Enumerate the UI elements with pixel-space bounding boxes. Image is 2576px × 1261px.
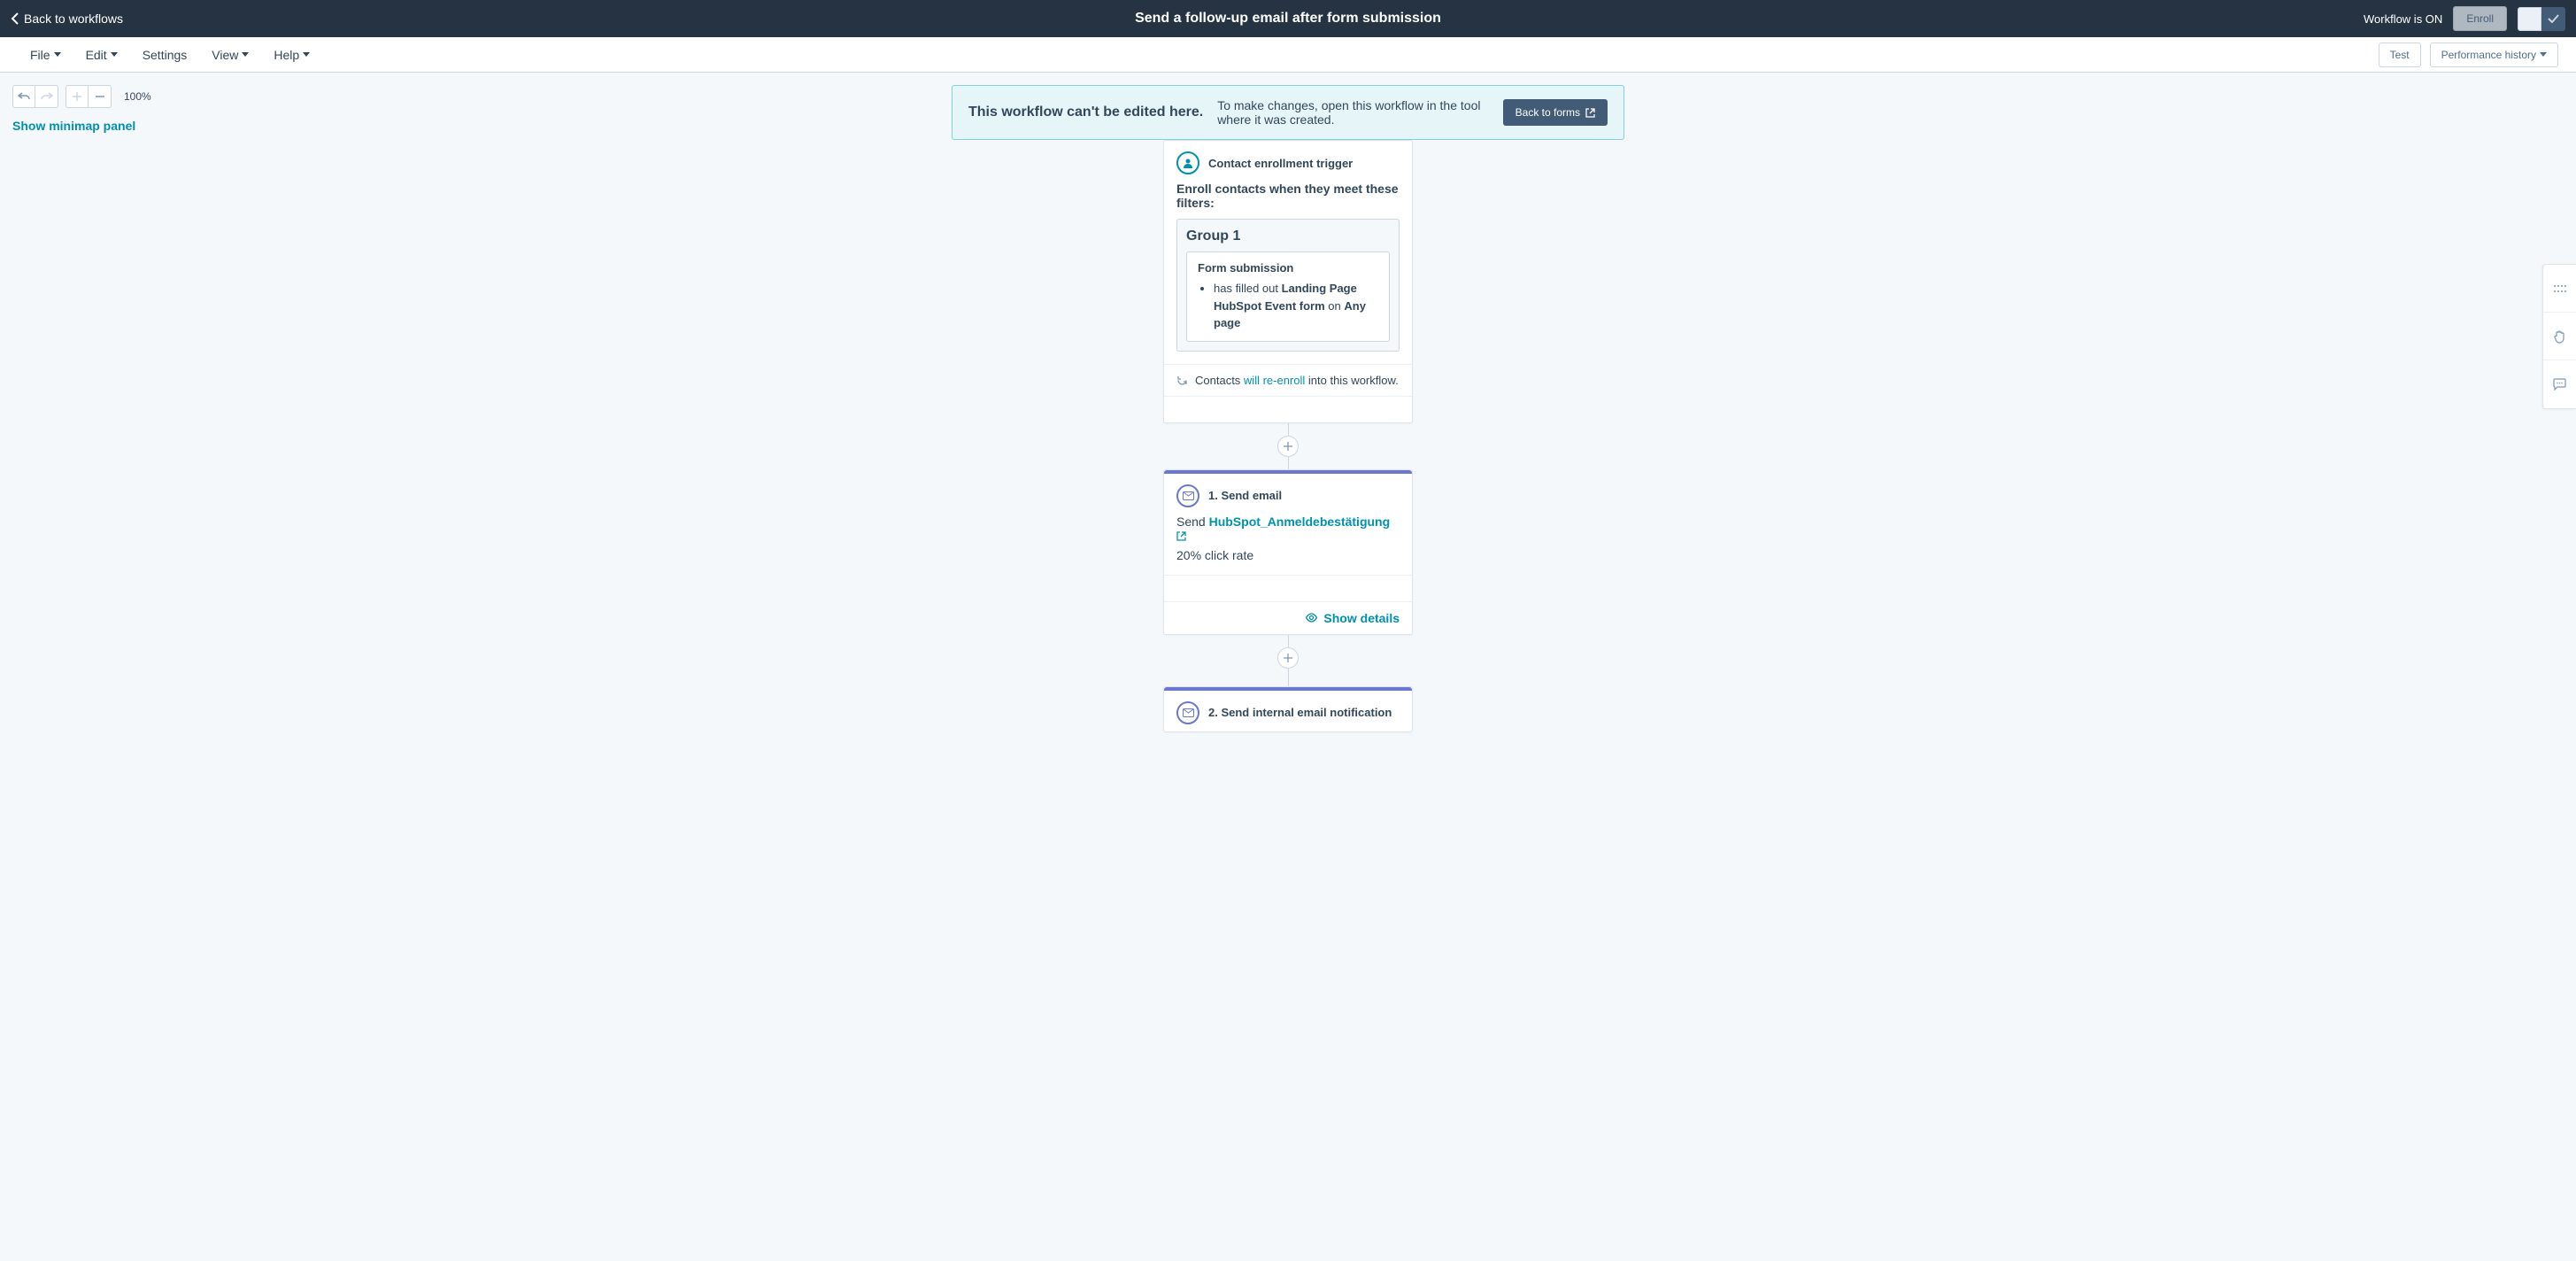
workflow-nodes: Contact enrollment trigger Enroll contac… [1163,140,1413,732]
send-email-text: Send HubSpot_Anmeldebestätigung [1176,514,1400,543]
zoom-in-button[interactable] [66,85,89,108]
show-details-label: Show details [1323,611,1400,625]
step1-spacer [1164,575,1412,601]
external-link-icon [1585,108,1595,118]
undo-icon [18,91,30,102]
menu-edit-label: Edit [86,48,107,62]
plus-icon [1284,654,1292,662]
send-prefix: Send [1176,514,1209,529]
chevron-down-icon [242,52,249,57]
menu-help[interactable]: Help [261,48,322,62]
email-icon [1176,484,1199,507]
external-link-icon [1176,531,1186,541]
trigger-footer [1164,396,1412,422]
filter-on: on [1325,299,1345,313]
email-name: HubSpot_Anmeldebestätigung [1209,514,1391,529]
filter-group: Group 1 Form submission has filled out L… [1176,219,1400,352]
menu-edit[interactable]: Edit [73,48,130,62]
app-header: Back to workflows Send a follow-up email… [0,0,2576,37]
reenroll-row: Contacts will re-enroll into this workfl… [1164,364,1412,396]
connector [1288,423,1289,436]
reenroll-suffix: into this workflow. [1305,374,1399,387]
step-send-email-card[interactable]: 1. Send email Send HubSpot_Anmeldebestät… [1163,469,1413,635]
reenroll-prefix: Contacts [1195,374,1244,387]
menu-file-label: File [30,48,50,62]
toggle-off-button[interactable] [2518,7,2541,31]
plus-icon [1284,442,1292,451]
click-rate: 20% click rate [1176,548,1400,562]
chevron-down-icon [2540,52,2547,57]
filter-title: Form submission [1198,261,1378,275]
contact-icon [1176,151,1199,174]
show-details-button[interactable]: Show details [1164,601,1412,634]
menu-settings-label: Settings [143,48,188,62]
undo-button[interactable] [12,85,35,108]
header-actions: Workflow is ON Enroll [2364,6,2565,31]
eye-icon [1305,613,1318,623]
menu-view[interactable]: View [199,48,261,62]
trigger-title: Contact enrollment trigger [1208,157,1353,170]
group-title: Group 1 [1186,228,1390,244]
back-to-forms-button[interactable]: Back to forms [1503,99,1608,126]
chevron-down-icon [54,52,61,57]
menu-view-label: View [212,48,238,62]
side-panel-hand[interactable] [2543,313,2576,360]
page-title: Send a follow-up email after form submis… [1135,11,1441,27]
filter-criterion: has filled out Landing Page HubSpot Even… [1214,280,1378,332]
alert-title: This workflow can't be edited here. [968,104,1203,120]
step-internal-notification-card[interactable]: 2. Send internal email notification [1163,686,1413,732]
email-link[interactable]: HubSpot_Anmeldebestätigung [1176,514,1390,543]
workflow-canvas: 100% Show minimap panel This workflow ca… [0,73,2576,1261]
redo-button[interactable] [35,85,58,108]
chevron-down-icon [111,52,118,57]
grid-icon [2553,284,2567,293]
menu-help-label: Help [274,48,299,62]
menu-bar: File Edit Settings View Help Test Perfor… [0,37,2576,73]
workflow-toggle [2518,7,2565,31]
menu-file[interactable]: File [18,48,73,62]
plus-icon [72,91,82,102]
back-to-forms-label: Back to forms [1516,106,1580,119]
chevron-left-icon [11,12,19,25]
zoom-level: 100% [124,90,151,103]
refresh-icon [1176,375,1188,386]
toggle-on-button[interactable] [2541,7,2565,31]
email-icon [1176,701,1199,724]
check-icon [2548,14,2559,23]
minus-icon [95,91,105,102]
workflow-status: Workflow is ON [2364,12,2442,26]
enroll-button[interactable]: Enroll [2453,6,2507,31]
trigger-card[interactable]: Contact enrollment trigger Enroll contac… [1163,140,1413,423]
step1-title: 1. Send email [1208,489,1282,502]
comment-icon [2553,378,2566,391]
enroll-filters-text: Enroll contacts when they meet these fil… [1176,182,1400,210]
menu-settings[interactable]: Settings [130,48,200,62]
back-to-workflows-link[interactable]: Back to workflows [11,12,123,26]
chevron-down-icon [303,52,310,57]
filter-box: Form submission has filled out Landing P… [1186,251,1390,342]
add-step-button[interactable] [1277,647,1299,669]
back-label: Back to workflows [24,12,123,26]
side-panel [2542,264,2576,409]
reenroll-link[interactable]: will re-enroll [1244,374,1305,387]
zoom-out-button[interactable] [89,85,112,108]
performance-history-button[interactable]: Performance history [2430,43,2558,67]
connector [1288,669,1289,686]
side-panel-comment[interactable] [2543,360,2576,408]
test-button[interactable]: Test [2379,43,2421,67]
side-panel-grid[interactable] [2543,265,2576,313]
alert-text: To make changes, open this workflow in t… [1217,98,1488,127]
hand-icon [2553,329,2566,344]
filter-prefix: has filled out [1214,282,1282,295]
performance-label: Performance history [2441,49,2536,61]
connector [1288,457,1289,469]
connector [1288,635,1289,647]
redo-icon [41,91,53,102]
step2-title: 2. Send internal email notification [1208,706,1392,719]
readonly-alert: This workflow can't be edited here. To m… [952,85,1624,140]
add-step-button[interactable] [1277,436,1299,457]
